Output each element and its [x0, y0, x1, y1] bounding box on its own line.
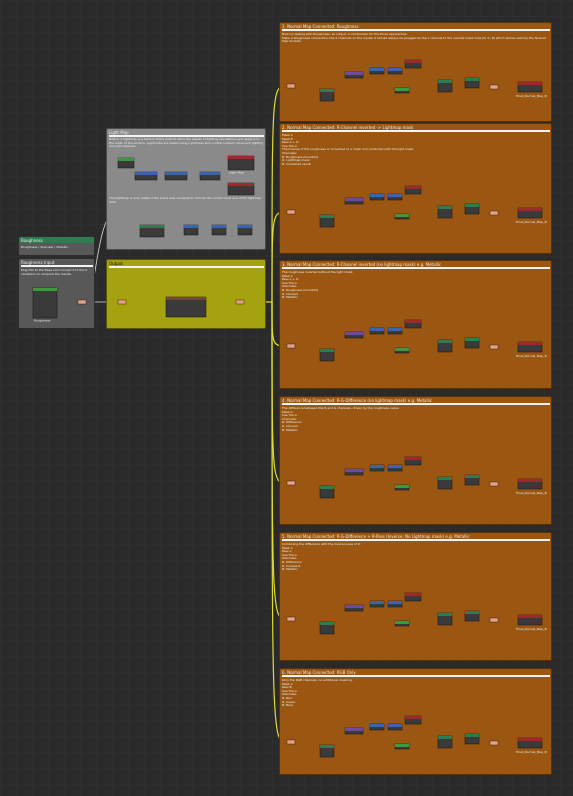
lightmap-red-node-label: Light Map — [229, 171, 244, 175]
panel-4-green-node[interactable] — [394, 484, 410, 491]
panel-2-reroute-2[interactable] — [489, 210, 499, 216]
panel-4-final-node[interactable] — [517, 478, 543, 490]
panel-2-green-node[interactable] — [394, 213, 410, 220]
panel-2-teal-node-2[interactable] — [437, 205, 453, 219]
panel-3-teal-node[interactable] — [319, 348, 335, 362]
panel-1-blue-node-2[interactable] — [387, 67, 403, 75]
panel-1-blue-node-1[interactable] — [369, 67, 385, 75]
panel-4-entry-reroute[interactable] — [286, 480, 296, 486]
left-reroute-1[interactable] — [77, 299, 87, 305]
panel-5-final-label: Final_Normal_Map_B — [516, 627, 547, 631]
panel-3-reroute-2[interactable] — [489, 344, 499, 350]
panel-2-entry-reroute[interactable] — [286, 209, 296, 215]
node-layer: Roughness Light Map Final_Normal_Map_B Fina… — [32, 59, 547, 758]
panel-2-purple-node[interactable] — [344, 197, 364, 205]
panel-1-green-node[interactable] — [394, 87, 410, 94]
panel-4-teal-node-3[interactable] — [464, 474, 480, 486]
panel-6-blue-node-2[interactable] — [387, 723, 403, 731]
output-brown-node[interactable] — [165, 296, 207, 318]
panel-4-blue-node-1[interactable] — [369, 464, 385, 472]
panel-1-teal-node[interactable] — [319, 88, 335, 102]
panel-6-teal-node[interactable] — [319, 744, 335, 758]
panel-3-final-node[interactable] — [517, 341, 543, 353]
lightmap-blue-node-4[interactable] — [183, 224, 199, 236]
panel-3-entry-reroute[interactable] — [286, 343, 296, 349]
panel-6-teal-node-2[interactable] — [437, 735, 453, 749]
panel-1-reroute-2[interactable] — [489, 84, 499, 90]
panel-5-teal-node-3[interactable] — [464, 610, 480, 622]
lightmap-blue-node-2[interactable] — [164, 171, 188, 181]
panel-5-teal-node-2[interactable] — [437, 612, 453, 626]
panel-3-blue-node-2[interactable] — [387, 327, 403, 335]
panel-6-purple-node[interactable] — [344, 727, 364, 735]
panel-5-blue-node-1[interactable] — [369, 600, 385, 608]
panel-6-green-node[interactable] — [394, 743, 410, 750]
panel-4-blue-node-2[interactable] — [387, 464, 403, 472]
panel-6-entry-reroute[interactable] — [286, 739, 296, 745]
panel-2-blue-node-1[interactable] — [369, 193, 385, 201]
panel-4-final-label: Final_Normal_Map_B — [516, 491, 547, 495]
panel-2-teal-node[interactable] — [319, 214, 335, 228]
panel-4-teal-node-2[interactable] — [437, 476, 453, 490]
panel-1-final-node[interactable] — [517, 81, 543, 93]
panel-3-final-label: Final_Normal_Map_B — [516, 354, 547, 358]
panel-6-final-node[interactable] — [517, 737, 543, 749]
panel-3-blue-node-1[interactable] — [369, 327, 385, 335]
panel-1-purple-node[interactable] — [344, 71, 364, 79]
lightmap-red-node[interactable]: Light Map — [227, 155, 255, 175]
panel-2-red-node[interactable] — [404, 185, 422, 195]
panel-4-teal-node[interactable] — [319, 485, 335, 499]
panel-3-green-node[interactable] — [394, 347, 410, 354]
lightmap-blue-node-5[interactable] — [211, 224, 227, 236]
panel-5-reroute-2[interactable] — [489, 617, 499, 623]
panel-6-final-label: Final_Normal_Map_B — [516, 750, 547, 754]
panel-1-teal-node-2[interactable] — [437, 79, 453, 93]
panel-5-purple-node[interactable] — [344, 604, 364, 612]
panel-5-teal-node[interactable] — [319, 621, 335, 635]
lightmap-blue-node-6[interactable] — [237, 224, 253, 236]
panel-2-blue-node-2[interactable] — [387, 193, 403, 201]
panel-3-teal-node-3[interactable] — [464, 337, 480, 349]
panel-6-teal-node-3[interactable] — [464, 733, 480, 745]
panel-2-final-label: Final_Normal_Map_B — [516, 220, 547, 224]
panel-4-red-node[interactable] — [404, 456, 422, 466]
panel-2-teal-node-3[interactable] — [464, 203, 480, 215]
panel-3-purple-node[interactable] — [344, 331, 364, 339]
output-reroute-1[interactable] — [117, 299, 127, 305]
panel-4-purple-node[interactable] — [344, 468, 364, 476]
panel-2-final-node[interactable] — [517, 207, 543, 219]
panel-1-final-label: Final_Normal_Map_B — [516, 94, 547, 98]
panel-3-teal-node-2[interactable] — [437, 339, 453, 353]
panel-5-final-node[interactable] — [517, 614, 543, 626]
roughness-input-node[interactable]: Roughness — [32, 287, 58, 323]
output-reroute-2[interactable] — [235, 299, 245, 305]
panel-1-teal-node-3[interactable] — [464, 77, 480, 89]
panel-5-blue-node-2[interactable] — [387, 600, 403, 608]
panel-6-blue-node-1[interactable] — [369, 723, 385, 731]
lightmap-blue-node-1[interactable] — [134, 171, 158, 181]
panel-5-green-node[interactable] — [394, 620, 410, 627]
lightmap-teal-node[interactable] — [139, 224, 165, 238]
panel-6-reroute-2[interactable] — [489, 740, 499, 746]
lightmap-blue-node-3[interactable] — [199, 171, 221, 181]
panel-1-red-node[interactable] — [404, 59, 422, 69]
lightmap-green-node[interactable] — [117, 157, 135, 169]
lightmap-red-node-2[interactable] — [227, 182, 255, 196]
panel-5-red-node[interactable] — [404, 592, 422, 602]
panel-1-entry-reroute[interactable] — [286, 83, 296, 89]
panel-6-red-node[interactable] — [404, 715, 422, 725]
panel-5-entry-reroute[interactable] — [286, 616, 296, 622]
roughness-input-node-label: Roughness — [34, 319, 51, 323]
panel-4-reroute-2[interactable] — [489, 481, 499, 487]
panel-3-red-node[interactable] — [404, 319, 422, 329]
